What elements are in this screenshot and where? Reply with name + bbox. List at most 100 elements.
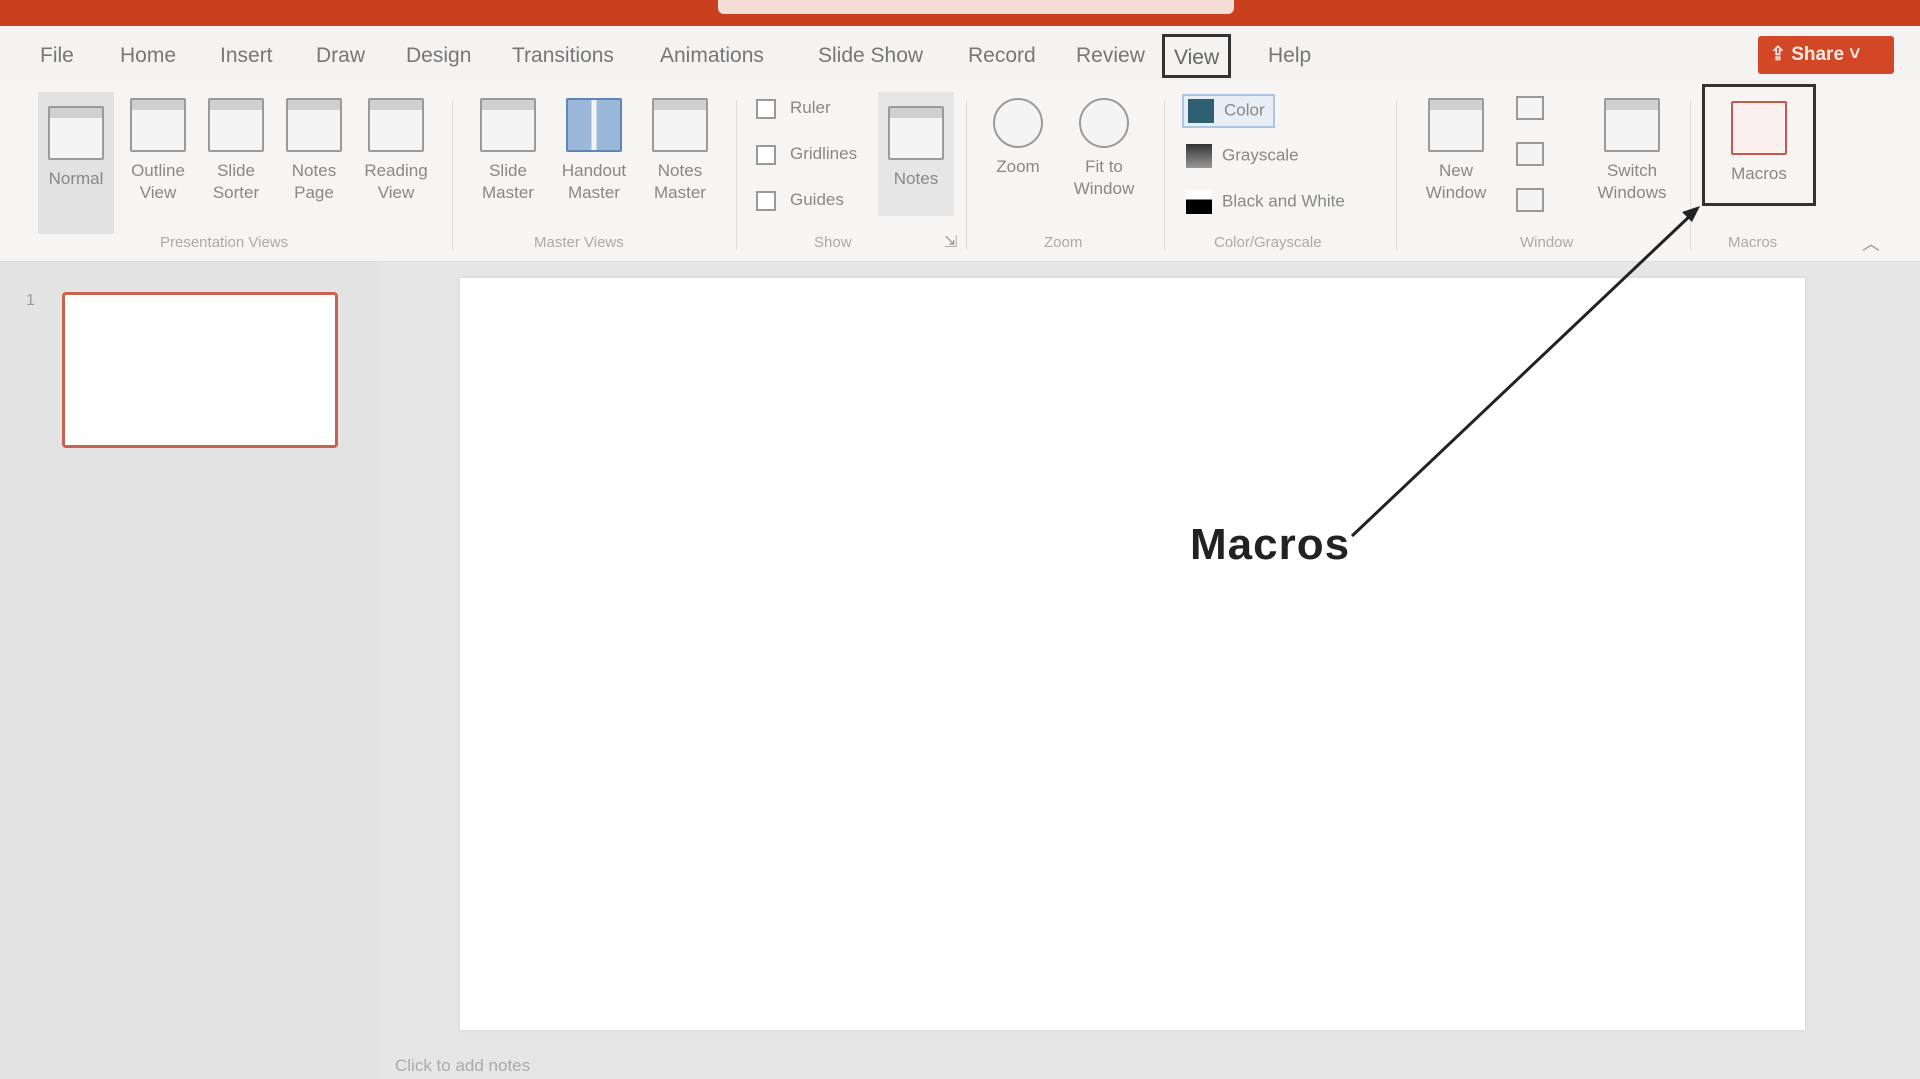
collapse-ribbon-icon[interactable]: ︿ [1862, 230, 1880, 256]
group-divider [1396, 100, 1397, 250]
normal-view-icon [48, 106, 104, 160]
switch-windows-label: Switch Windows [1597, 161, 1667, 203]
zoom-button[interactable]: Zoom [980, 84, 1056, 178]
new-window-label: New Window [1425, 161, 1487, 203]
black-and-white-label: Black and White [1222, 191, 1345, 211]
tab-slide-show[interactable]: Slide Show [818, 44, 923, 68]
tab-animations[interactable]: Animations [660, 44, 764, 68]
notes-master-icon [652, 98, 708, 152]
group-label-zoom: Zoom [1044, 234, 1083, 251]
cascade-icon[interactable] [1516, 142, 1544, 166]
zoom-label: Zoom [996, 157, 1040, 176]
guides-checkbox[interactable]: Guides [756, 190, 844, 211]
switch-windows-icon [1604, 98, 1660, 152]
notes-master-button[interactable]: Notes Master [642, 84, 718, 204]
tab-design[interactable]: Design [406, 44, 471, 68]
new-window-icon [1428, 98, 1484, 152]
normal-view-button[interactable]: Normal [38, 92, 114, 234]
gridlines-checkbox[interactable]: Gridlines [756, 144, 857, 165]
color-label: Color [1224, 100, 1265, 120]
notes-placeholder[interactable]: Click to add notes [395, 1056, 530, 1076]
ruler-label: Ruler [790, 98, 831, 117]
tab-insert[interactable]: Insert [220, 44, 273, 68]
ribbon: Normal Outline View Slide Sorter Notes P… [0, 84, 1920, 262]
group-divider [736, 100, 737, 250]
tab-help[interactable]: Help [1268, 44, 1311, 68]
share-icon: ⇪ [1770, 44, 1792, 65]
group-divider [966, 100, 967, 250]
reading-view-icon [368, 98, 424, 152]
notes-icon [888, 106, 944, 160]
group-label-window: Window [1520, 234, 1574, 251]
notes-button[interactable]: Notes [878, 92, 954, 216]
notes-master-label: Notes Master [654, 161, 706, 203]
tab-file[interactable]: File [40, 44, 74, 68]
slide-master-button[interactable]: Slide Master [470, 84, 546, 204]
slide-thumbnail[interactable] [62, 292, 338, 448]
handout-master-button[interactable]: Handout Master [556, 84, 632, 204]
macros-label: Macros [1731, 164, 1787, 183]
group-label-show: Show [814, 234, 852, 251]
ribbon-tabs: File Home Insert Draw Design Transitions… [0, 26, 1920, 84]
tab-transitions[interactable]: Transitions [512, 44, 614, 68]
outline-view-button[interactable]: Outline View [120, 84, 196, 204]
group-label-master-views: Master Views [534, 234, 624, 251]
group-label-macros: Macros [1728, 234, 1778, 251]
search-box[interactable] [718, 0, 1234, 14]
checkbox-box [756, 144, 776, 165]
outline-view-icon [130, 98, 186, 152]
fit-to-window-icon [1079, 98, 1129, 148]
group-divider [1164, 100, 1165, 250]
group-label-presentation-views: Presentation Views [160, 234, 289, 251]
slide-thumbnail-pane: 1 [0, 262, 380, 1079]
reading-view-button[interactable]: Reading View [358, 84, 434, 204]
slide-sorter-button[interactable]: Slide Sorter [198, 84, 274, 204]
slide-number: 1 [26, 292, 35, 309]
guides-label: Guides [790, 190, 844, 209]
checkbox-box [756, 190, 776, 211]
chevron-down-icon: ˅ [1849, 44, 1861, 65]
handout-master-label: Handout Master [561, 161, 627, 203]
normal-view-label: Normal [48, 169, 104, 188]
tab-view[interactable]: View [1162, 34, 1232, 78]
move-split-icon[interactable] [1516, 188, 1544, 212]
dialog-launcher-icon[interactable]: ⇲ [944, 232, 957, 252]
slide-sorter-label: Slide Sorter [212, 161, 260, 203]
share-button[interactable]: ⇪ Share ˅ [1758, 36, 1894, 74]
annotation-label: Macros [1190, 520, 1351, 569]
fit-to-window-label: Fit to Window [1073, 157, 1135, 199]
macros-button[interactable]: Macros [1702, 84, 1816, 206]
slide-canvas[interactable] [460, 278, 1805, 1030]
handout-master-icon [566, 98, 622, 152]
tab-home[interactable]: Home [120, 44, 176, 68]
zoom-icon [993, 98, 1043, 148]
gridlines-label: Gridlines [790, 144, 858, 163]
black-and-white-option[interactable]: Black and White [1186, 190, 1345, 214]
notes-page-button[interactable]: Notes Page [276, 84, 352, 204]
black-and-white-swatch [1186, 190, 1212, 214]
fit-to-window-button[interactable]: Fit to Window [1066, 84, 1142, 200]
share-label: Share [1791, 44, 1845, 65]
color-swatch [1188, 99, 1214, 123]
ruler-checkbox[interactable]: Ruler [756, 98, 831, 119]
group-divider [1690, 100, 1691, 250]
notes-label: Notes [893, 169, 939, 188]
tab-review[interactable]: Review [1076, 44, 1145, 68]
title-bar [0, 0, 1920, 26]
grayscale-label: Grayscale [1222, 145, 1299, 165]
tab-record[interactable]: Record [968, 44, 1036, 68]
group-label-color-grayscale: Color/Grayscale [1214, 234, 1322, 251]
notes-page-label: Notes Page [291, 161, 337, 203]
outline-view-label: Outline View [131, 161, 185, 203]
slide-master-icon [480, 98, 536, 152]
tab-draw[interactable]: Draw [316, 44, 365, 68]
macros-icon [1731, 101, 1787, 155]
grayscale-option[interactable]: Grayscale [1186, 144, 1299, 168]
color-option[interactable]: Color [1182, 94, 1275, 128]
group-divider [452, 100, 453, 250]
new-window-button[interactable]: New Window [1418, 84, 1494, 204]
slide-sorter-icon [208, 98, 264, 152]
checkbox-box [756, 98, 776, 119]
switch-windows-button[interactable]: Switch Windows [1594, 84, 1670, 204]
arrange-all-icon[interactable] [1516, 96, 1544, 120]
